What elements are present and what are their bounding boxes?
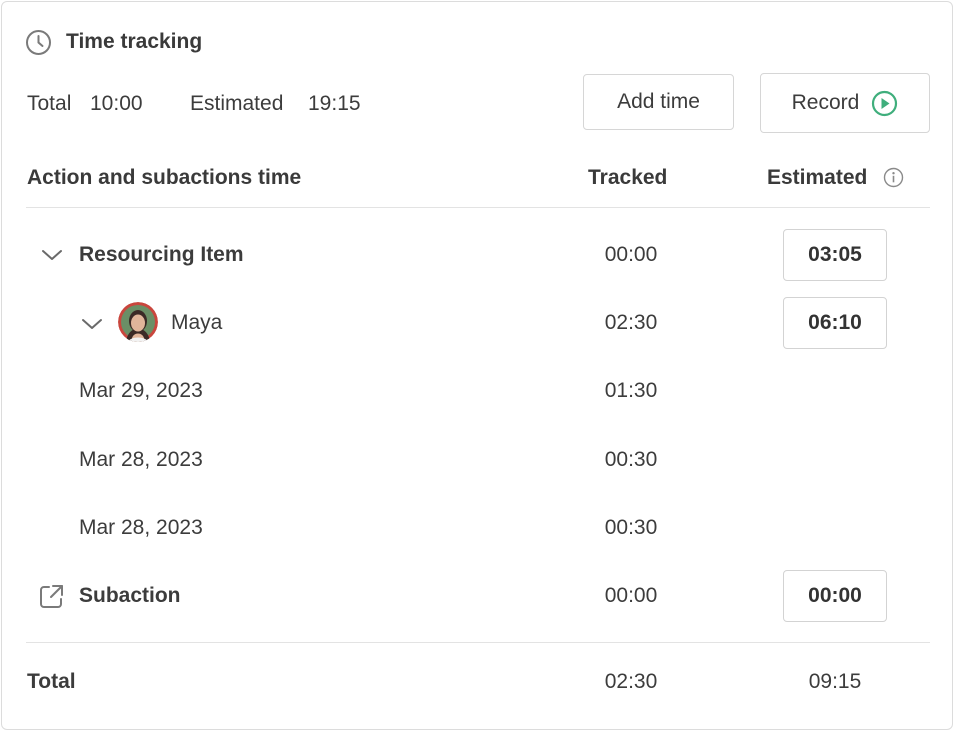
entry-tracked: 00:30 bbox=[604, 448, 658, 471]
maya-tracked: 02:30 bbox=[604, 311, 658, 334]
column-header-tracked: Tracked bbox=[588, 166, 668, 189]
maya-label: Maya bbox=[171, 311, 223, 334]
subaction-tracked: 00:00 bbox=[604, 584, 658, 607]
resourcing-item-estimated-input[interactable]: 03:05 bbox=[783, 229, 887, 281]
chevron-down-icon[interactable] bbox=[81, 317, 103, 331]
add-time-button[interactable]: Add time bbox=[583, 74, 734, 130]
record-button[interactable]: Record bbox=[760, 73, 930, 133]
header-divider bbox=[26, 207, 930, 208]
estimated-label: Estimated bbox=[190, 92, 284, 115]
resourcing-item-label: Resourcing Item bbox=[79, 243, 244, 266]
maya-estimated-input[interactable]: 06:10 bbox=[783, 297, 887, 349]
total-value: 10:00 bbox=[90, 92, 143, 115]
footer-total-label: Total bbox=[27, 670, 76, 693]
add-time-label: Add time bbox=[617, 90, 700, 113]
external-link-icon[interactable] bbox=[38, 583, 65, 610]
section-title: Time tracking bbox=[66, 30, 203, 53]
entry-tracked: 01:30 bbox=[604, 379, 658, 402]
info-icon[interactable] bbox=[883, 167, 904, 188]
subaction-estimated-input[interactable]: 00:00 bbox=[783, 570, 887, 622]
total-label: Total bbox=[27, 92, 72, 115]
column-header-name: Action and subactions time bbox=[27, 166, 302, 189]
entry-date: Mar 29, 2023 bbox=[79, 379, 203, 402]
chevron-down-icon[interactable] bbox=[41, 248, 63, 262]
entry-date: Mar 28, 2023 bbox=[79, 516, 203, 539]
record-label: Record bbox=[791, 91, 860, 114]
footer-total-estimated: 09:15 bbox=[808, 670, 862, 693]
footer-total-tracked: 02:30 bbox=[604, 670, 658, 693]
estimated-value: 19:15 bbox=[308, 92, 361, 115]
subaction-label[interactable]: Subaction bbox=[79, 584, 181, 608]
entry-tracked: 00:30 bbox=[604, 516, 658, 539]
avatar bbox=[118, 302, 158, 342]
column-header-estimated: Estimated bbox=[767, 166, 868, 189]
clock-icon bbox=[26, 30, 51, 55]
resourcing-item-tracked: 00:00 bbox=[604, 243, 658, 266]
play-icon bbox=[872, 90, 898, 116]
entry-date: Mar 28, 2023 bbox=[79, 448, 203, 471]
footer-divider bbox=[26, 642, 930, 643]
